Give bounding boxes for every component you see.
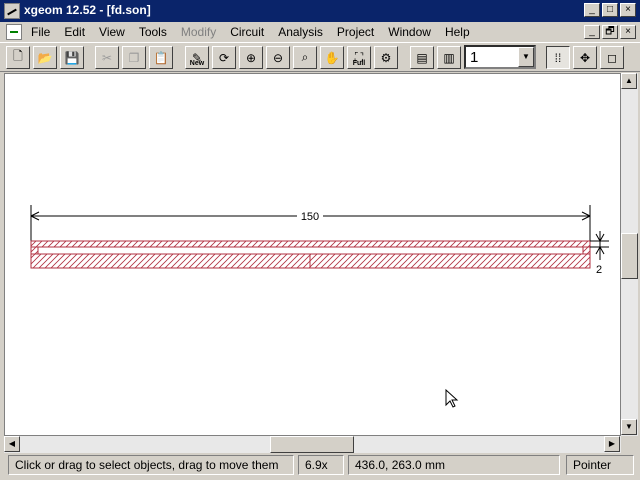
horizontal-scrollbar[interactable]: ◀ ▶	[4, 436, 621, 453]
new-metal-button[interactable]: ✎ New	[185, 46, 209, 69]
menu-analysis[interactable]: Analysis	[271, 25, 330, 39]
status-mode: Pointer	[566, 455, 634, 475]
open-icon[interactable]: 📂	[33, 46, 57, 69]
save-icon[interactable]: 💾	[60, 46, 84, 69]
menu-help[interactable]: Help	[438, 25, 477, 39]
scroll-up-icon[interactable]: ▲	[621, 73, 637, 89]
document-icon[interactable]	[6, 24, 22, 40]
cut-icon[interactable]: ✂	[95, 46, 119, 69]
layer-up-icon[interactable]: ▤	[410, 46, 434, 69]
menu-circuit[interactable]: Circuit	[223, 25, 271, 39]
menu-file[interactable]: File	[24, 25, 57, 39]
scroll-down-icon[interactable]: ▼	[621, 419, 637, 435]
chevron-down-icon[interactable]: ▼	[518, 47, 534, 67]
zoom-full-button[interactable]: ⛶ Full	[347, 46, 371, 69]
move-icon[interactable]: ✥	[573, 46, 597, 69]
mouse-cursor-icon	[445, 388, 459, 408]
menu-bar: File Edit View Tools Modify Circuit Anal…	[0, 22, 640, 42]
vertical-scroll-thumb[interactable]	[621, 233, 638, 279]
menu-view[interactable]: View	[92, 25, 132, 39]
circuit-drawing: 150 2	[30, 205, 609, 408]
metal-stub-left[interactable]	[30, 246, 39, 255]
doc-close-button[interactable]: ×	[620, 25, 636, 39]
zoom-window-icon[interactable]: ⌕	[293, 46, 317, 69]
zoom-full-label: Full	[352, 60, 366, 67]
minimize-button[interactable]: _	[584, 3, 600, 17]
width-dimension-label: 150	[301, 211, 319, 223]
maximize-button[interactable]: □	[602, 3, 618, 17]
layer-select-value: 1	[470, 49, 479, 66]
scroll-right-icon[interactable]: ▶	[604, 436, 620, 452]
status-message: Click or drag to select objects, drag to…	[8, 455, 294, 475]
status-zoom: 6.9x	[298, 455, 344, 475]
metal-stub-right[interactable]	[582, 246, 591, 255]
menu-edit[interactable]: Edit	[57, 25, 92, 39]
title-bar: xgeom 12.52 - [fd.son] _ □ ×	[0, 0, 640, 22]
doc-minimize-button[interactable]: _	[584, 25, 600, 39]
layer-select[interactable]: 1 ▼	[464, 45, 536, 69]
height-dimension-label: 2	[596, 264, 602, 276]
new-file-icon[interactable]: 🗋	[6, 46, 30, 69]
menu-modify[interactable]: Modify	[174, 25, 223, 39]
close-button[interactable]: ×	[620, 3, 636, 17]
scroll-corner	[621, 436, 638, 453]
metal-strip-top[interactable]	[30, 240, 591, 248]
status-coordinates: 436.0, 263.0 mm	[348, 455, 560, 475]
doc-restore-button[interactable]: 🗗	[602, 25, 618, 39]
toolbar: 🗋 📂 💾 ✂ ❐ 📋 ✎ New ⟳ ⊕ ⊖ ⌕ ✋ ⛶ Full ⚙ ▤ ▥…	[0, 42, 640, 72]
copy-icon[interactable]: ❐	[122, 46, 146, 69]
status-bar: Click or drag to select objects, drag to…	[0, 453, 640, 480]
zoom-in-icon[interactable]: ⊕	[239, 46, 263, 69]
menu-project[interactable]: Project	[330, 25, 381, 39]
layer-down-icon[interactable]: ▥	[437, 46, 461, 69]
grid-icon[interactable]: ⁞⁞	[546, 46, 570, 69]
drawing-canvas[interactable]: 150 2	[4, 73, 621, 436]
scroll-left-icon[interactable]: ◀	[4, 436, 20, 452]
menu-tools[interactable]: Tools	[132, 25, 174, 39]
query-icon[interactable]: ⚙	[374, 46, 398, 69]
pointer-icon[interactable]: ◻	[600, 46, 624, 69]
zoom-out-icon[interactable]: ⊖	[266, 46, 290, 69]
horizontal-scroll-thumb[interactable]	[270, 436, 354, 453]
pan-hand-icon[interactable]: ✋	[320, 46, 344, 69]
paste-icon[interactable]: 📋	[149, 46, 173, 69]
vertical-scrollbar[interactable]: ▲ ▼	[621, 73, 638, 436]
app-icon[interactable]	[4, 3, 20, 19]
window-title: xgeom 12.52 - [fd.son]	[24, 3, 151, 17]
menu-window[interactable]: Window	[381, 25, 438, 39]
new-metal-label: New	[189, 60, 205, 67]
rotate-3d-icon[interactable]: ⟳	[212, 46, 236, 69]
